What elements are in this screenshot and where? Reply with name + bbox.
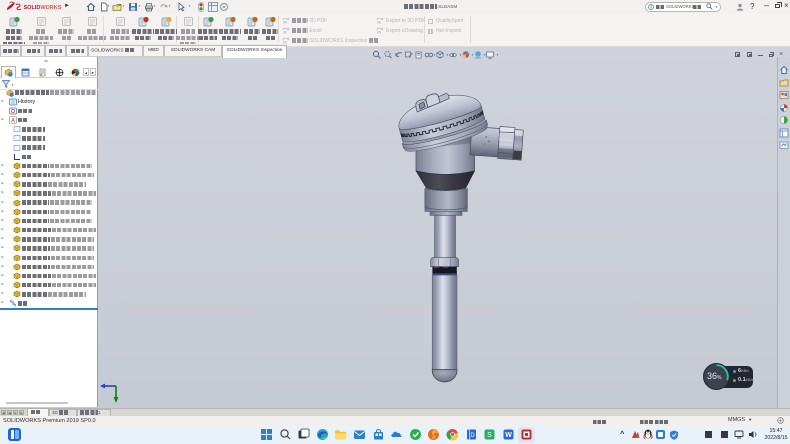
svg-text:SOLIDWORKS: SOLIDWORKS xyxy=(24,5,62,11)
svg-text:D: D xyxy=(470,433,475,439)
svg-text:S: S xyxy=(487,432,492,439)
svg-text:W: W xyxy=(505,432,512,439)
svg-text:A: A xyxy=(11,118,15,124)
